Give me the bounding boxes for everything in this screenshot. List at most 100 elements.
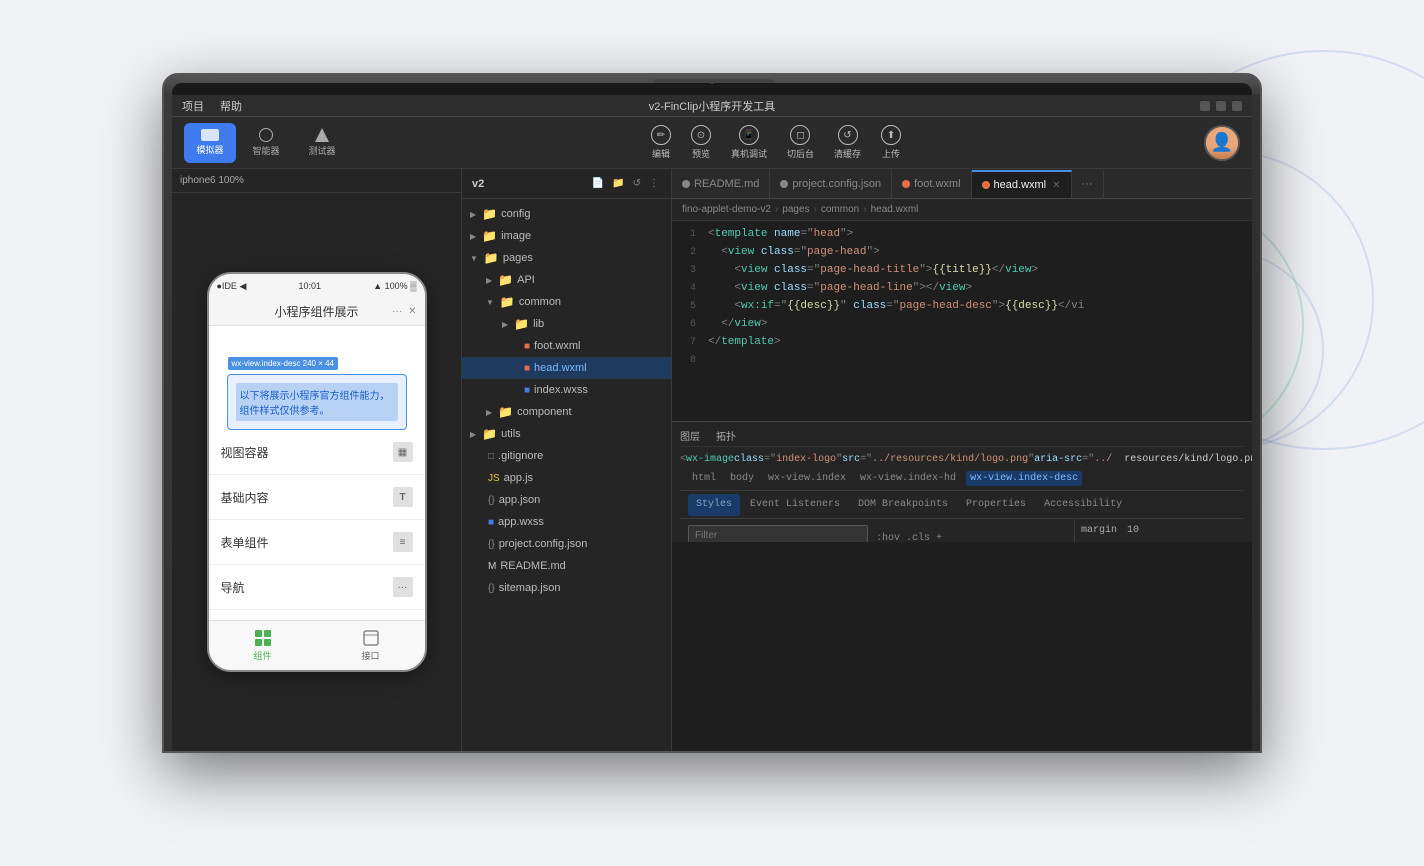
- tree-item-foot-wxml[interactable]: ■ foot.wxml: [462, 335, 671, 357]
- upload-icon: ⬆: [881, 125, 901, 145]
- toolbar-actions: ✏ 编辑 ⊙ 预览 📱 真机调试 ◻ 切后台: [651, 125, 901, 160]
- device-mode-group: 模拟器 智能器 测试器: [184, 123, 348, 163]
- list-item[interactable]: 表单组件 ≡: [209, 520, 425, 565]
- menu-help[interactable]: 帮助: [220, 98, 242, 114]
- devtools-tab-properties[interactable]: Properties: [958, 494, 1034, 516]
- expand-icon: ▶: [470, 430, 476, 439]
- background-icon: ◻: [790, 125, 810, 145]
- tab-more-btn[interactable]: ···: [1072, 170, 1104, 198]
- expand-icon: ▼: [486, 298, 494, 307]
- avatar-btn[interactable]: 👤: [1204, 125, 1240, 161]
- selected-highlight[interactable]: 以下将展示小程序官方组件能力，组件样式仅供参考。: [236, 383, 398, 421]
- refresh-btn[interactable]: ↺: [631, 177, 643, 190]
- element-tag-wx-view-hd[interactable]: wx-view.index-hd: [856, 471, 960, 486]
- toolbar: 模拟器 智能器 测试器 ✏: [172, 117, 1252, 169]
- json-icon: {}: [488, 539, 495, 550]
- phone-status-right: ▲ 100% ▒: [373, 281, 416, 291]
- tab-foot-wxml[interactable]: foot.wxml: [892, 170, 971, 198]
- tree-item-pages[interactable]: ▼ 📁 pages: [462, 247, 671, 269]
- devtools-tab-accessibility[interactable]: Accessibility: [1036, 494, 1130, 516]
- devtools-tab-dom-breakpoints[interactable]: DOM Breakpoints: [850, 494, 956, 516]
- nav-item-interface[interactable]: 接口: [317, 621, 425, 670]
- styles-filter-input[interactable]: [688, 525, 868, 542]
- tab-readme[interactable]: README.md: [672, 170, 770, 198]
- tree-item-image[interactable]: ▶ 📁 image: [462, 225, 671, 247]
- md-icon: M: [488, 561, 496, 572]
- list-item[interactable]: 视图容器 ▦: [209, 430, 425, 475]
- wxss-icon: ■: [488, 517, 494, 528]
- filter-row: :hov .cls +: [688, 525, 1066, 542]
- list-item[interactable]: 导航 ···: [209, 565, 425, 610]
- tab-close-btn[interactable]: ✕: [1052, 180, 1060, 191]
- file-tree-header: v2 📄 📁 ↺ ⋮: [462, 169, 671, 199]
- element-tag-html[interactable]: html: [688, 471, 720, 486]
- tree-item-gitignore[interactable]: □ .gitignore: [462, 445, 671, 467]
- panel-toggle-left[interactable]: 图层: [680, 428, 700, 444]
- tree-item-app-wxss[interactable]: ■ app.wxss: [462, 511, 671, 533]
- clear-cache-action[interactable]: ↺ 清缓存: [834, 125, 861, 160]
- element-tag-wx-view-index[interactable]: wx-view.index: [764, 471, 850, 486]
- tree-item-sitemap[interactable]: {} sitemap.json: [462, 577, 671, 599]
- tab-project-config[interactable]: project.config.json: [770, 170, 892, 198]
- folder-icon: 📁: [484, 251, 499, 265]
- collapse-btn[interactable]: ⋮: [647, 177, 661, 190]
- devtools-tab-event-listeners[interactable]: Event Listeners: [742, 494, 848, 516]
- phone-frame: ●IDE ◀ 10:01 ▲ 100% ▒ 小程序组件展示 ··· ✕: [207, 272, 427, 672]
- tree-label: image: [501, 230, 531, 242]
- element-tag-wx-view-desc[interactable]: wx-view.index-desc: [966, 471, 1082, 486]
- box-model-panel: margin 10 margin 10: [1074, 519, 1244, 542]
- json-icon: {}: [488, 583, 495, 594]
- list-item[interactable]: 基础内容 T: [209, 475, 425, 520]
- tree-label: common: [519, 296, 561, 308]
- new-folder-btn[interactable]: 📁: [610, 177, 626, 190]
- expand-icon: ▶: [486, 408, 492, 417]
- preview-action[interactable]: ⊙ 预览: [691, 125, 711, 160]
- devtools-panel: 图层 拓扑 <wx-image class="index-logo" src="…: [672, 421, 1252, 751]
- tree-item-lib[interactable]: ▶ 📁 lib: [462, 313, 671, 335]
- tree-item-component[interactable]: ▶ 📁 component: [462, 401, 671, 423]
- interface-nav-icon: [362, 629, 380, 647]
- tree-label: app.json: [499, 494, 541, 506]
- test-btn[interactable]: 测试器: [296, 123, 348, 163]
- element-tag-body[interactable]: body: [726, 471, 758, 486]
- win-maximize[interactable]: [1216, 101, 1226, 111]
- panel-toggle-right[interactable]: 拓扑: [716, 428, 736, 444]
- folder-icon: 📁: [514, 317, 529, 331]
- expand-icon: ▶: [470, 232, 476, 241]
- tree-item-common[interactable]: ▼ 📁 common: [462, 291, 671, 313]
- tree-item-index-wxss[interactable]: ■ index.wxss: [462, 379, 671, 401]
- wxss-icon: ■: [524, 385, 530, 396]
- win-close[interactable]: [1232, 101, 1242, 111]
- tree-item-utils[interactable]: ▶ 📁 utils: [462, 423, 671, 445]
- tree-item-head-wxml[interactable]: ■ head.wxml: [462, 357, 671, 379]
- tree-item-readme[interactable]: M README.md: [462, 555, 671, 577]
- folder-icon: 📁: [482, 229, 497, 243]
- menu-project[interactable]: 项目: [182, 98, 204, 114]
- device-debug-action[interactable]: 📱 真机调试: [731, 125, 767, 160]
- expand-icon: ▼: [470, 254, 478, 263]
- new-file-btn[interactable]: 📄: [590, 177, 606, 190]
- code-line: 4 <view class="page-head-line"></view>: [672, 279, 1252, 297]
- simulator-btn[interactable]: 模拟器: [184, 123, 236, 163]
- smart-btn[interactable]: 智能器: [240, 123, 292, 163]
- devtools-tab-styles[interactable]: Styles: [688, 494, 740, 516]
- background-action[interactable]: ◻ 切后台: [787, 125, 814, 160]
- win-minimize[interactable]: [1200, 101, 1210, 111]
- html-line: resources/kind/logo.png">_</wx-image>: [1112, 451, 1252, 467]
- tab-head-wxml[interactable]: head.wxml ✕: [972, 170, 1072, 198]
- phone-status-bar: ●IDE ◀ 10:01 ▲ 100% ▒: [209, 274, 425, 298]
- edit-action[interactable]: ✏ 编辑: [651, 125, 671, 160]
- tree-item-app-js[interactable]: JS app.js: [462, 467, 671, 489]
- nav-item-components[interactable]: 组件: [209, 621, 317, 670]
- tab-dot: [902, 180, 910, 188]
- menu-bar: 项目 帮助 v2-FinClip小程序开发工具: [172, 95, 1252, 117]
- upload-action[interactable]: ⬆ 上传: [881, 125, 901, 160]
- tree-item-api[interactable]: ▶ 📁 API: [462, 269, 671, 291]
- element-tabs: html body wx-view.index wx-view.index-hd…: [680, 467, 1244, 491]
- code-content[interactable]: 1 <template name="head"> 2 <view class="…: [672, 221, 1252, 421]
- tree-item-config[interactable]: ▶ 📁 config: [462, 203, 671, 225]
- code-line: 5 <wx:if="{{desc}}" class="page-head-des…: [672, 297, 1252, 315]
- tree-item-project-config[interactable]: {} project.config.json: [462, 533, 671, 555]
- json-icon: {}: [488, 495, 495, 506]
- tree-item-app-json[interactable]: {} app.json: [462, 489, 671, 511]
